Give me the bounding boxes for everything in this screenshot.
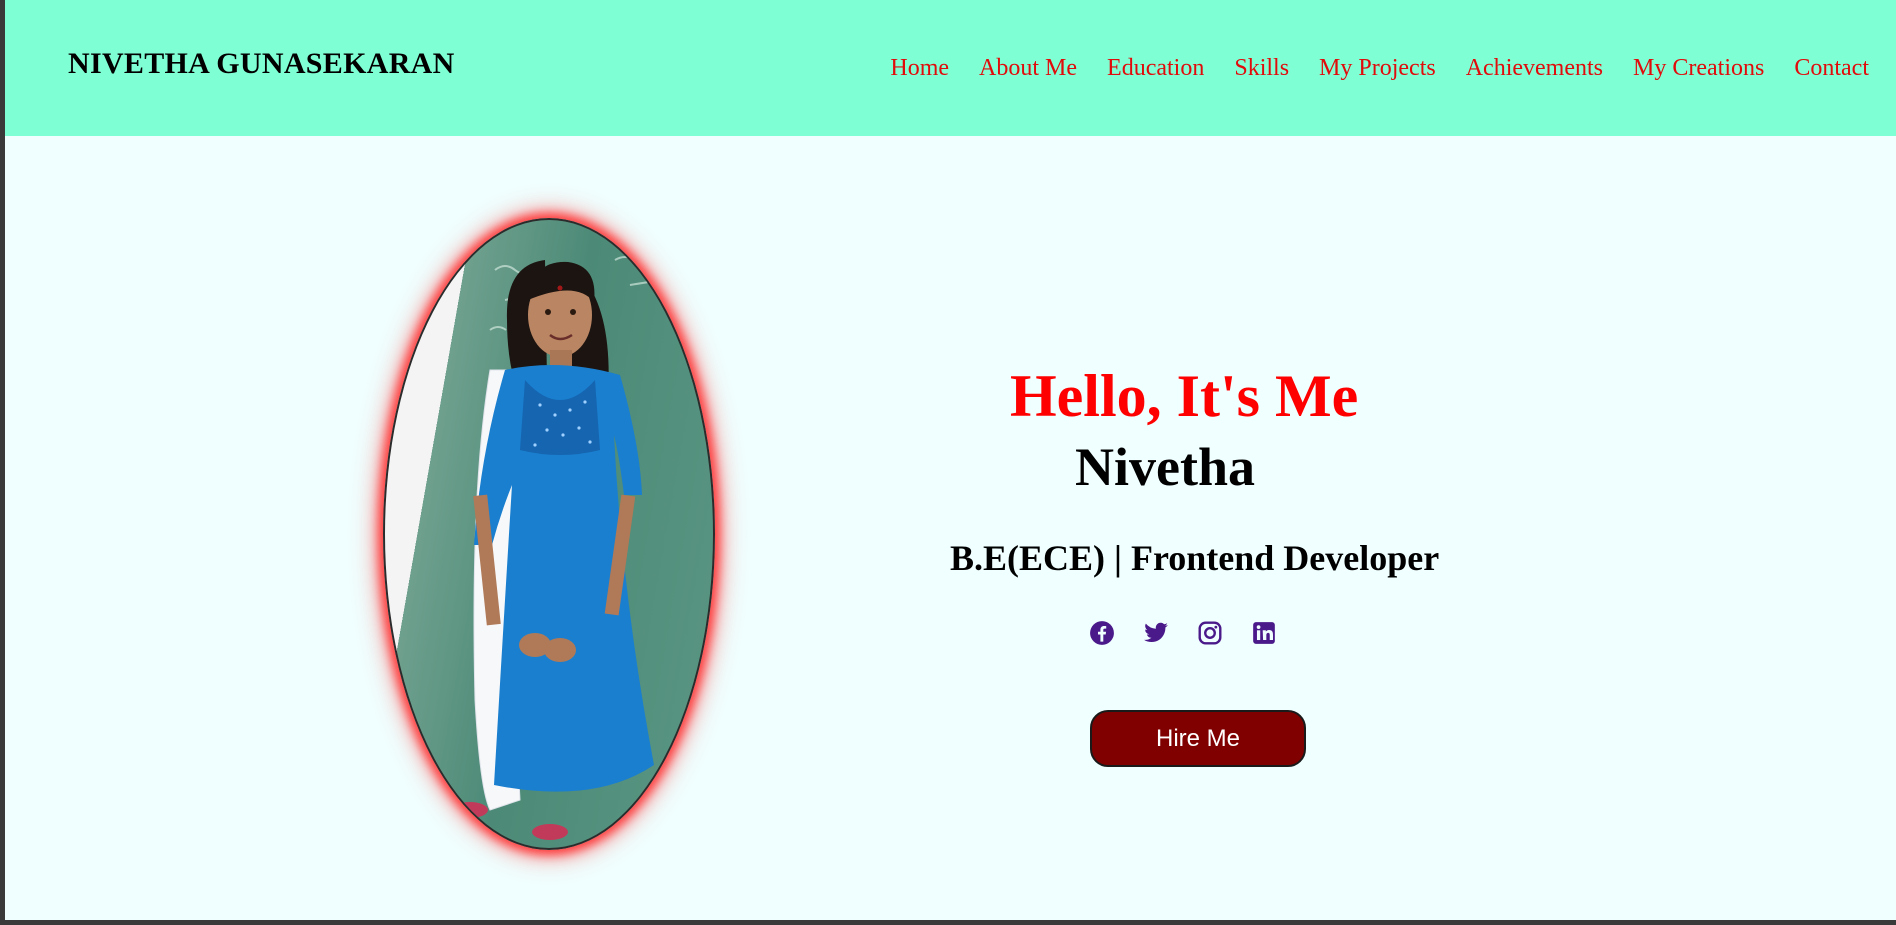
nav-item: My Projects <box>1319 55 1436 82</box>
nav-link-about-me[interactable]: About Me <box>979 55 1077 81</box>
instagram-icon <box>1198 621 1222 645</box>
instagram-link[interactable] <box>1196 619 1224 647</box>
nav-item: Skills <box>1234 55 1289 82</box>
nav-menu: Home About Me Education Skills My Projec… <box>860 55 1869 82</box>
hero-section: Hello, It's Me Nivetha B.E(ECE) | Fronte… <box>5 0 1896 920</box>
hero-greeting: Hello, It's Me <box>1010 363 1359 429</box>
nav-link-my-creations[interactable]: My Creations <box>1633 55 1764 81</box>
social-links <box>1088 619 1278 647</box>
hero-name: Nivetha <box>1075 437 1255 497</box>
brand-name: NIVETHA GUNASEKARAN <box>68 47 455 80</box>
nav-link-education[interactable]: Education <box>1107 55 1204 81</box>
nav-link-my-projects[interactable]: My Projects <box>1319 55 1436 81</box>
nav-item: Contact <box>1794 55 1869 82</box>
nav-item: My Creations <box>1633 55 1764 82</box>
linkedin-icon <box>1253 622 1275 644</box>
page: NIVETHA GUNASEKARAN Home About Me Educat… <box>5 0 1896 920</box>
nav-item: Home <box>890 55 949 82</box>
nav-link-contact[interactable]: Contact <box>1794 55 1869 81</box>
navbar: NIVETHA GUNASEKARAN Home About Me Educat… <box>5 0 1896 136</box>
facebook-link[interactable] <box>1088 619 1116 647</box>
linkedin-link[interactable] <box>1250 619 1278 647</box>
twitter-link[interactable] <box>1142 619 1170 647</box>
nav-item: Achievements <box>1466 55 1603 82</box>
profile-photo-illustration <box>452 256 656 840</box>
hire-me-button[interactable]: Hire Me <box>1090 710 1306 767</box>
facebook-icon <box>1090 621 1114 645</box>
nav-link-skills[interactable]: Skills <box>1234 55 1289 81</box>
profile-photo <box>383 218 715 850</box>
nav-link-achievements[interactable]: Achievements <box>1466 55 1603 81</box>
nav-link-home[interactable]: Home <box>890 55 949 81</box>
nav-item: Education <box>1107 55 1204 82</box>
hero-role: B.E(ECE) | Frontend Developer <box>950 538 1440 578</box>
nav-item: About Me <box>979 55 1077 82</box>
twitter-icon <box>1144 622 1168 643</box>
